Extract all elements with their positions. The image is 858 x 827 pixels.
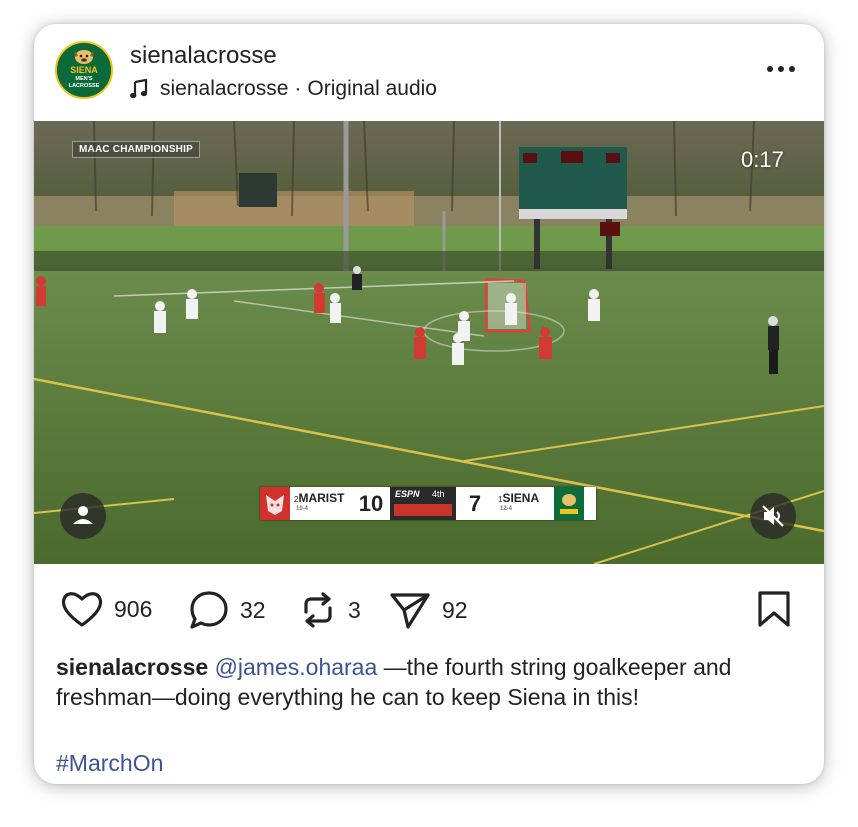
team-b-record: 12-4 (500, 506, 513, 512)
network-logo: ESPN (395, 489, 420, 499)
music-note-icon (130, 79, 148, 99)
repost-action[interactable]: 3 (298, 590, 361, 630)
comment-action[interactable]: 32 (188, 590, 266, 630)
audio-label: Original audio (307, 77, 437, 100)
team-a: 2MARIST 10-4 (290, 487, 352, 520)
audio-separator: · (294, 77, 302, 100)
team-a-name: MARIST (298, 491, 345, 505)
post-card: SIENA MEN'S LACROSSE sienalacrosse siena… (34, 24, 824, 784)
share-count: 92 (442, 596, 468, 623)
caption-hashtag[interactable]: #MarchOn (56, 750, 163, 777)
video-player[interactable]: MAAC CHAMPIONSHIP 0:17 2MARIST 10-4 10 E… (34, 121, 824, 564)
speaker-muted-icon (762, 505, 784, 527)
avatar-text-bottom: MEN'S LACROSSE (68, 76, 100, 89)
team-b: 1SIENA 12-4 (494, 487, 554, 520)
share-action[interactable]: 92 (388, 590, 468, 630)
action-bar: 906 32 3 92 (34, 564, 824, 654)
team-a-record: 10-4 (296, 506, 309, 512)
send-icon (390, 593, 430, 629)
team-b-name: SIENA (502, 491, 540, 505)
caption-mention[interactable]: @james.oharaa (215, 654, 378, 680)
team-a-score: 10 (358, 491, 384, 516)
like-action[interactable]: 906 (60, 590, 152, 628)
heart-icon (61, 592, 103, 627)
repost-count: 3 (348, 596, 361, 623)
score-bug: 2MARIST 10-4 10 ESPN 4th 7 1SIENA 12-4 (260, 487, 596, 520)
game-status: ESPN 4th (390, 487, 456, 520)
audio-line[interactable]: sienalacrosse · Original audio (130, 77, 437, 101)
person-icon (73, 506, 93, 524)
siena-mini-logo-icon (554, 487, 584, 520)
game-period: 4th (432, 489, 445, 499)
avatar[interactable]: SIENA MEN'S LACROSSE (55, 41, 113, 99)
video-timer: 0:17 (741, 147, 784, 172)
game-clock-bar (394, 504, 452, 516)
caption-username[interactable]: sienalacrosse (56, 654, 208, 680)
mute-button[interactable] (750, 493, 796, 539)
comment-icon (190, 591, 228, 629)
marist-logo-icon (260, 487, 290, 520)
profile-button[interactable] (60, 493, 106, 539)
more-options-icon[interactable] (764, 52, 798, 86)
avatar-text-top: SIENA (70, 65, 98, 75)
bookmark-icon[interactable] (756, 590, 792, 628)
audio-username: sienalacrosse (160, 77, 289, 100)
team-b-score: 7 (468, 491, 482, 516)
post-header: SIENA MEN'S LACROSSE sienalacrosse siena… (34, 24, 824, 121)
like-count: 906 (114, 595, 153, 622)
comment-count: 32 (240, 596, 266, 623)
broadcast-bug: MAAC CHAMPIONSHIP (72, 141, 200, 158)
repost-icon (304, 592, 332, 628)
post-username[interactable]: sienalacrosse (130, 42, 277, 70)
post-caption: sienalacrosse @james.oharaa —the fourth … (56, 652, 806, 712)
